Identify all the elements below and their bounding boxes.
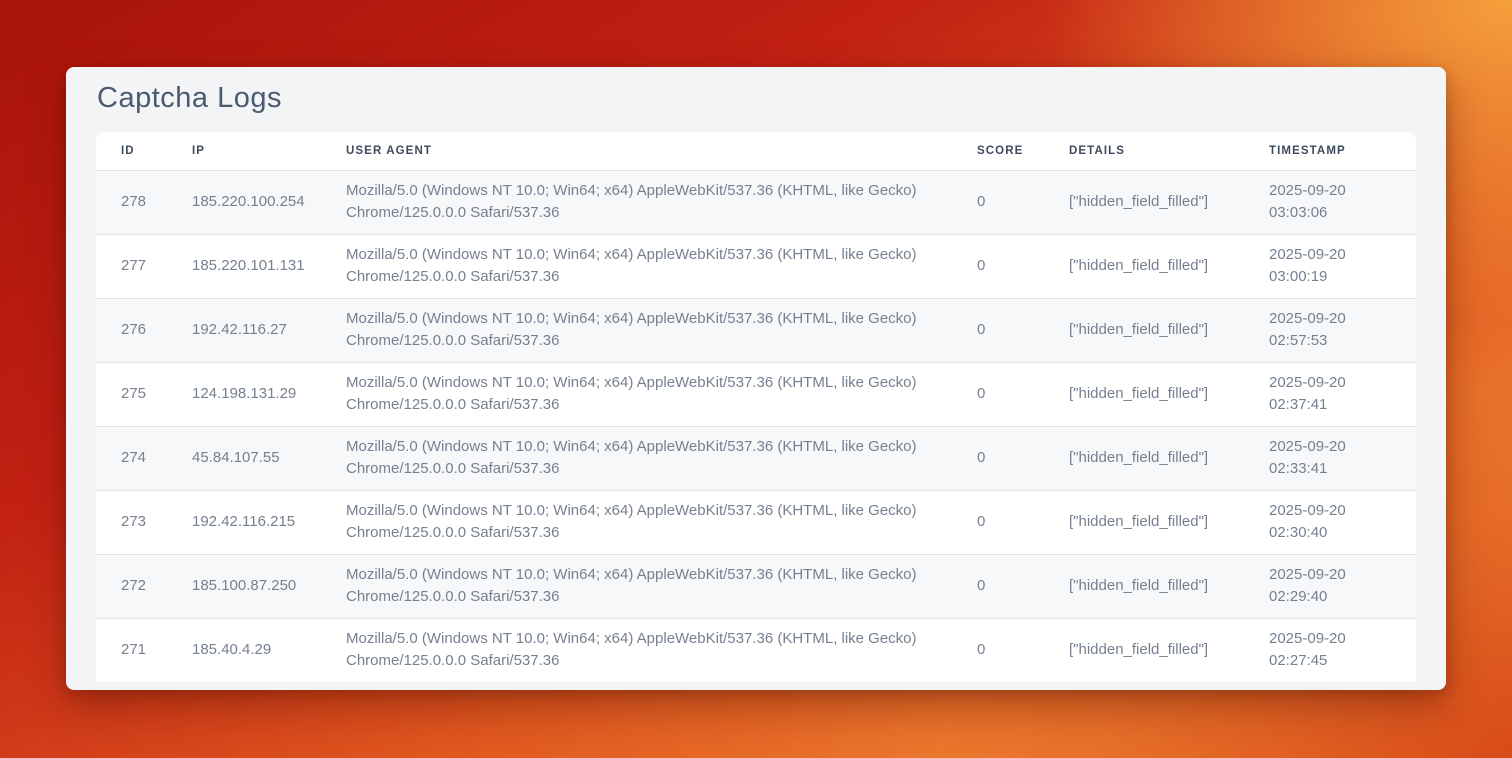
table-row: 275 124.198.131.29 Mozilla/5.0 (Windows … — [96, 362, 1416, 426]
cell-details: ["hidden_field_filled"] — [1069, 234, 1269, 298]
cell-timestamp: 2025-09-20 02:37:41 — [1269, 362, 1416, 426]
cell-user-agent: Mozilla/5.0 (Windows NT 10.0; Win64; x64… — [346, 234, 977, 298]
cell-user-agent: Mozilla/5.0 (Windows NT 10.0; Win64; x64… — [346, 298, 977, 362]
cell-ip: 185.220.100.254 — [192, 170, 346, 234]
cell-user-agent: Mozilla/5.0 (Windows NT 10.0; Win64; x64… — [346, 170, 977, 234]
cell-timestamp: 2025-09-20 02:27:45 — [1269, 618, 1416, 682]
table-header: ID IP USER AGENT SCORE DETAILS TIMESTAMP — [96, 132, 1416, 170]
table-row: 271 185.40.4.29 Mozilla/5.0 (Windows NT … — [96, 618, 1416, 682]
cell-details: ["hidden_field_filled"] — [1069, 618, 1269, 682]
cell-timestamp: 2025-09-20 02:57:53 — [1269, 298, 1416, 362]
cell-score: 0 — [977, 362, 1069, 426]
cell-score: 0 — [977, 490, 1069, 554]
cell-timestamp: 2025-09-20 02:29:40 — [1269, 554, 1416, 618]
cell-ip: 45.84.107.55 — [192, 426, 346, 490]
table-row: 274 45.84.107.55 Mozilla/5.0 (Windows NT… — [96, 426, 1416, 490]
cell-score: 0 — [977, 234, 1069, 298]
cell-ip: 192.42.116.215 — [192, 490, 346, 554]
cell-score: 0 — [977, 426, 1069, 490]
cell-id: 276 — [96, 298, 192, 362]
table-row: 273 192.42.116.215 Mozilla/5.0 (Windows … — [96, 490, 1416, 554]
cell-score: 0 — [977, 298, 1069, 362]
cell-ip: 185.100.87.250 — [192, 554, 346, 618]
cell-id: 271 — [96, 618, 192, 682]
cell-details: ["hidden_field_filled"] — [1069, 362, 1269, 426]
cell-id: 277 — [96, 234, 192, 298]
app-background: Captcha Logs ID IP USER AGENT SCORE — [0, 0, 1512, 758]
cell-user-agent: Mozilla/5.0 (Windows NT 10.0; Win64; x64… — [346, 362, 977, 426]
table-row: 278 185.220.100.254 Mozilla/5.0 (Windows… — [96, 170, 1416, 234]
header-row: ID IP USER AGENT SCORE DETAILS TIMESTAMP — [96, 132, 1416, 170]
column-header-timestamp: TIMESTAMP — [1269, 132, 1416, 170]
cell-id: 275 — [96, 362, 192, 426]
cell-timestamp: 2025-09-20 03:03:06 — [1269, 170, 1416, 234]
cell-user-agent: Mozilla/5.0 (Windows NT 10.0; Win64; x64… — [346, 426, 977, 490]
table-row: 277 185.220.101.131 Mozilla/5.0 (Windows… — [96, 234, 1416, 298]
cell-score: 0 — [977, 170, 1069, 234]
captcha-logs-card: Captcha Logs ID IP USER AGENT SCORE — [66, 67, 1446, 690]
captcha-logs-table: ID IP USER AGENT SCORE DETAILS TIMESTAMP… — [96, 132, 1416, 682]
cell-details: ["hidden_field_filled"] — [1069, 298, 1269, 362]
cell-id: 274 — [96, 426, 192, 490]
column-header-id: ID — [96, 132, 192, 170]
table-row: 276 192.42.116.27 Mozilla/5.0 (Windows N… — [96, 298, 1416, 362]
cell-user-agent: Mozilla/5.0 (Windows NT 10.0; Win64; x64… — [346, 554, 977, 618]
column-header-user-agent: USER AGENT — [346, 132, 977, 170]
cell-ip: 185.40.4.29 — [192, 618, 346, 682]
page-title: Captcha Logs — [97, 82, 1416, 115]
log-table-container: ID IP USER AGENT SCORE DETAILS TIMESTAMP… — [96, 132, 1416, 682]
cell-ip: 124.198.131.29 — [192, 362, 346, 426]
cell-id: 272 — [96, 554, 192, 618]
cell-id: 273 — [96, 490, 192, 554]
table-row: 272 185.100.87.250 Mozilla/5.0 (Windows … — [96, 554, 1416, 618]
cell-details: ["hidden_field_filled"] — [1069, 170, 1269, 234]
cell-score: 0 — [977, 554, 1069, 618]
cell-details: ["hidden_field_filled"] — [1069, 554, 1269, 618]
cell-score: 0 — [977, 618, 1069, 682]
cell-ip: 192.42.116.27 — [192, 298, 346, 362]
cell-timestamp: 2025-09-20 02:33:41 — [1269, 426, 1416, 490]
cell-ip: 185.220.101.131 — [192, 234, 346, 298]
cell-details: ["hidden_field_filled"] — [1069, 426, 1269, 490]
cell-timestamp: 2025-09-20 02:30:40 — [1269, 490, 1416, 554]
column-header-score: SCORE — [977, 132, 1069, 170]
column-header-ip: IP — [192, 132, 346, 170]
column-header-details: DETAILS — [1069, 132, 1269, 170]
cell-user-agent: Mozilla/5.0 (Windows NT 10.0; Win64; x64… — [346, 490, 977, 554]
cell-timestamp: 2025-09-20 03:00:19 — [1269, 234, 1416, 298]
cell-user-agent: Mozilla/5.0 (Windows NT 10.0; Win64; x64… — [346, 618, 977, 682]
cell-id: 278 — [96, 170, 192, 234]
table-body: 278 185.220.100.254 Mozilla/5.0 (Windows… — [96, 170, 1416, 682]
cell-details: ["hidden_field_filled"] — [1069, 490, 1269, 554]
